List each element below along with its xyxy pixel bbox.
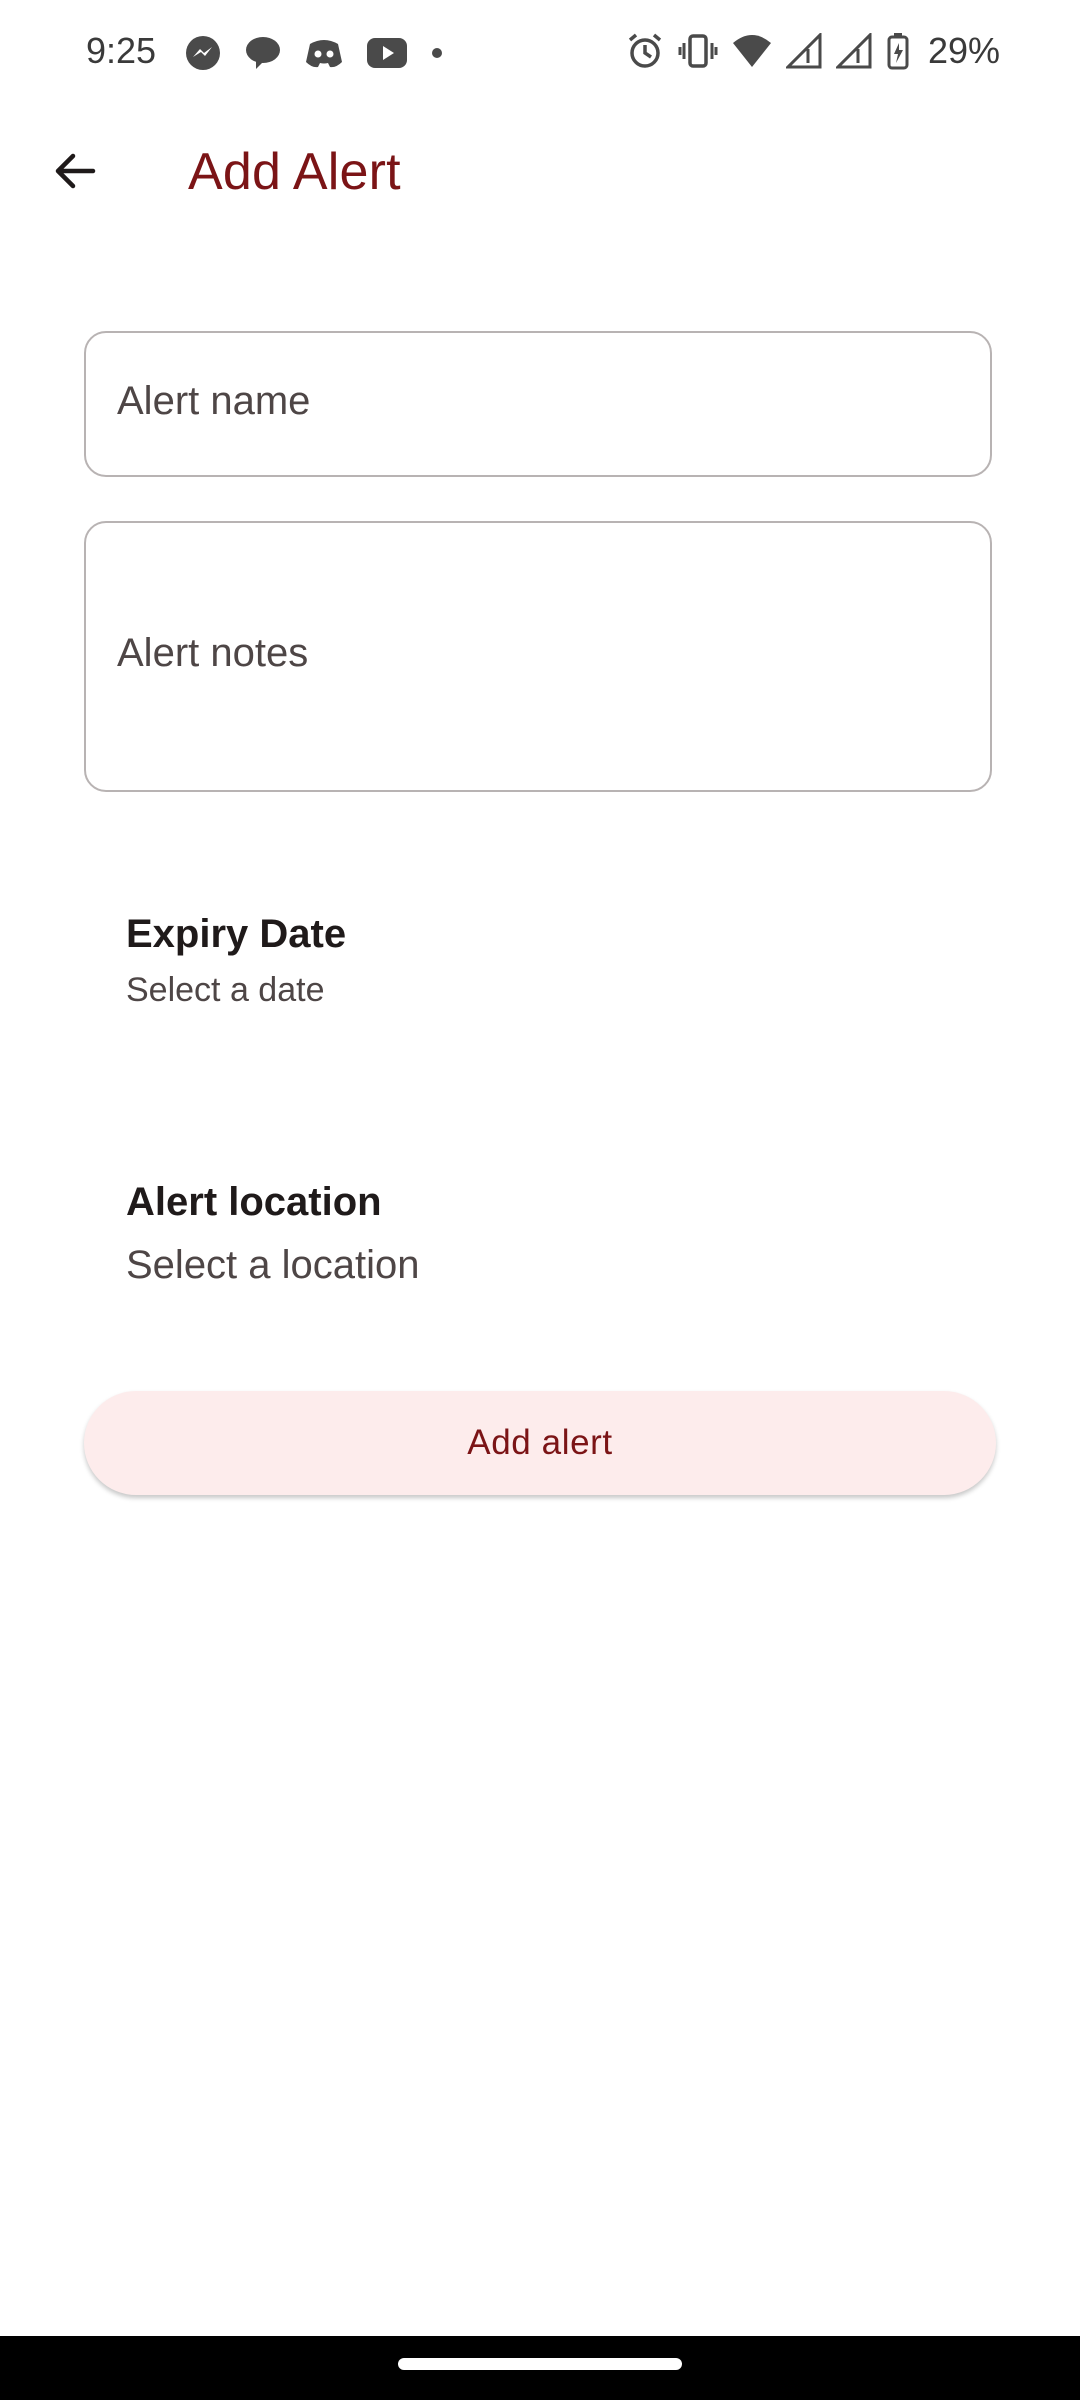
wifi-icon	[732, 33, 772, 69]
page-title: Add Alert	[188, 143, 401, 201]
battery-percentage: 29%	[927, 30, 1000, 71]
battery-charging-icon	[886, 32, 910, 70]
vibrate-icon	[678, 32, 718, 70]
expiry-date-tile[interactable]: Expiry Date Select a date	[126, 912, 986, 1010]
arrow-back-icon	[51, 147, 99, 200]
home-gesture-handle[interactable]	[398, 2358, 682, 2370]
navigation-bar	[0, 2336, 1080, 2400]
alert-notes-placeholder: Alert notes	[117, 631, 309, 675]
alert-name-field[interactable]: Alert name	[84, 331, 992, 477]
alert-location-tile[interactable]: Alert location Select a location	[126, 1180, 986, 1288]
expiry-date-title: Expiry Date	[126, 912, 347, 956]
signal-icon	[785, 33, 822, 69]
discord-icon	[304, 34, 344, 72]
signal-icon	[835, 33, 872, 69]
alarm-icon	[626, 32, 664, 70]
messenger-icon	[184, 34, 222, 72]
alert-notes-field[interactable]: Alert notes	[84, 521, 992, 792]
alert-location-subtitle: Select a location	[126, 1243, 420, 1287]
add-alert-button[interactable]: Add alert	[84, 1391, 996, 1495]
status-time: 9:25	[86, 30, 157, 71]
youtube-icon	[366, 36, 408, 70]
status-bar: 9:25 29%	[0, 0, 1080, 105]
notification-icons	[184, 34, 444, 72]
expiry-date-subtitle: Select a date	[126, 971, 325, 1009]
chat-icon	[244, 34, 282, 72]
back-button[interactable]	[40, 138, 110, 208]
app-bar: Add Alert	[0, 110, 1080, 235]
alert-name-placeholder: Alert name	[117, 379, 311, 423]
add-alert-screen: 9:25 29% Add Alert Alert name Alert note…	[0, 0, 1080, 2400]
system-icons: 29%	[626, 30, 1000, 72]
alert-location-title: Alert location	[126, 1180, 382, 1224]
dot-icon	[430, 46, 444, 60]
